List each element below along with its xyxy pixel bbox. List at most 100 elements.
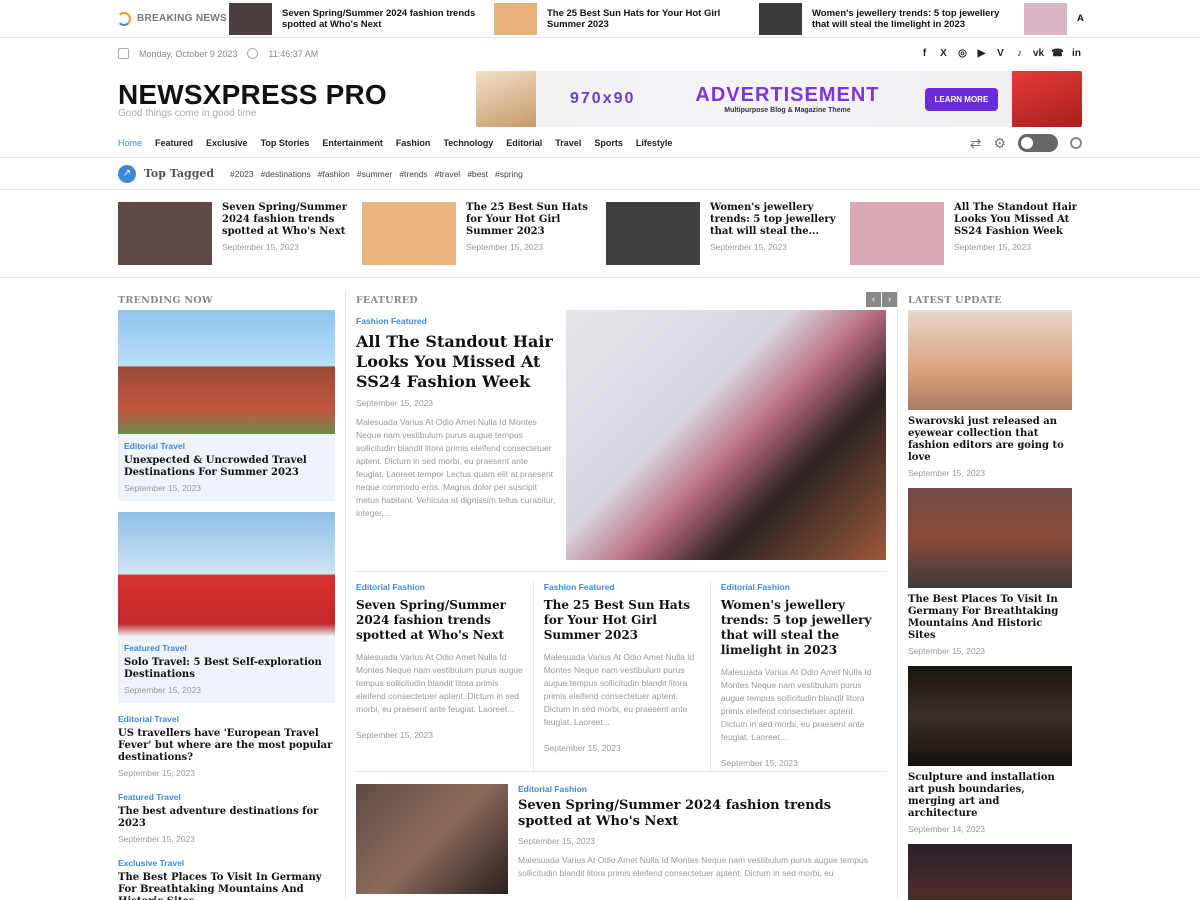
featured-row: Seven Spring/Summer 2024 fashion trends … bbox=[0, 190, 1200, 278]
breaking-thumb[interactable] bbox=[229, 2, 272, 35]
featured-mini-row: Editorial Fashion Seven Spring/Summer 20… bbox=[356, 572, 887, 772]
trending-list-item[interactable]: Editorial Travel US travellers have 'Eur… bbox=[118, 714, 335, 778]
search-icon[interactable] bbox=[1070, 137, 1082, 149]
nav-item-technology[interactable]: Technology bbox=[443, 138, 493, 148]
ad-size: 970x90 bbox=[570, 90, 636, 107]
breaking-item[interactable]: Women's jewellery trends: 5 top jeweller… bbox=[759, 2, 1024, 35]
next-arrow-icon[interactable]: › bbox=[882, 292, 897, 307]
breaking-thumb[interactable] bbox=[1024, 2, 1067, 35]
trending-icon: ↗ bbox=[118, 164, 136, 183]
latest-image[interactable] bbox=[908, 666, 1072, 766]
trending-image[interactable] bbox=[118, 512, 335, 636]
main-grid: TRENDING NOW Editorial Travel Unexpected… bbox=[0, 278, 1200, 900]
nav-item-entertainment[interactable]: Entertainment bbox=[322, 138, 383, 148]
tag-destinations[interactable]: #destinations bbox=[261, 169, 311, 179]
featured-card[interactable]: Women's jewellery trends: 5 top jeweller… bbox=[606, 202, 838, 277]
nav-item-sports[interactable]: Sports bbox=[594, 138, 623, 148]
tag-spring[interactable]: #spring bbox=[495, 169, 523, 179]
latest-title: LATEST UPDATE bbox=[908, 294, 1002, 306]
linkedin-icon[interactable]: in bbox=[1071, 48, 1082, 59]
trending-title: TRENDING NOW bbox=[118, 294, 213, 306]
tag-fashion[interactable]: #fashion bbox=[318, 169, 350, 179]
site-logo[interactable]: NEWSXPRESS PRO bbox=[118, 79, 387, 111]
nav-item-exclusive[interactable]: Exclusive bbox=[206, 138, 248, 148]
nav-item-editorial[interactable]: Editorial bbox=[506, 138, 542, 148]
featured-thumb[interactable] bbox=[850, 202, 944, 265]
featured-column: FEATURED Fashion Featured All The Stando… bbox=[346, 290, 898, 898]
latest-card[interactable] bbox=[908, 844, 1072, 900]
nav-item-featured[interactable]: Featured bbox=[155, 138, 193, 148]
latest-column: LATEST UPDATE Swarovski just released an… bbox=[898, 290, 1072, 900]
nav-item-travel[interactable]: Travel bbox=[555, 138, 581, 148]
trending-image[interactable] bbox=[118, 310, 335, 434]
featured-main-image[interactable] bbox=[566, 310, 886, 560]
latest-image[interactable] bbox=[908, 310, 1072, 410]
breaking-thumb[interactable] bbox=[494, 2, 537, 35]
nav-item-lifestyle[interactable]: Lifestyle bbox=[636, 138, 673, 148]
instagram-icon[interactable]: ◎ bbox=[957, 48, 968, 59]
vk-icon[interactable]: vk bbox=[1033, 48, 1044, 59]
latest-image[interactable] bbox=[908, 488, 1072, 588]
trending-column: TRENDING NOW Editorial Travel Unexpected… bbox=[118, 290, 346, 900]
breaking-news-icon bbox=[117, 11, 131, 26]
ad-subtitle: Multipurpose Blog & Magazine Theme bbox=[724, 107, 851, 114]
meta-row: Monday, October 9 2023 11:46:37 AM f X ◎… bbox=[0, 38, 1200, 69]
trending-card[interactable]: Featured Travel Solo Travel: 5 Best Self… bbox=[118, 512, 335, 703]
tag-trends[interactable]: #trends bbox=[399, 169, 427, 179]
breaking-news-bar: BREAKING NEWS Seven Spring/Summer 2024 f… bbox=[0, 0, 1200, 38]
ad-title: ADVERTISEMENT bbox=[695, 84, 880, 106]
breaking-item[interactable]: The 25 Best Sun Hats for Your Hot Girl S… bbox=[494, 2, 759, 35]
tag-travel[interactable]: #travel bbox=[435, 169, 461, 179]
calendar-icon bbox=[118, 48, 129, 59]
breaking-item[interactable]: A bbox=[1024, 2, 1084, 35]
top-tagged-title: Top Tagged bbox=[144, 167, 215, 180]
whatsapp-icon[interactable]: ☎ bbox=[1051, 48, 1063, 59]
youtube-icon[interactable]: ▶ bbox=[976, 48, 987, 59]
tag-summer[interactable]: #summer bbox=[357, 169, 392, 179]
spotify-icon[interactable]: ♪ bbox=[1014, 48, 1025, 59]
trending-list-item[interactable]: Featured Travel The best adventure desti… bbox=[118, 792, 335, 844]
featured-card[interactable]: Seven Spring/Summer 2024 fashion trends … bbox=[118, 202, 350, 277]
prev-arrow-icon[interactable]: ‹ bbox=[866, 292, 881, 307]
facebook-icon[interactable]: f bbox=[919, 48, 930, 59]
featured-title: FEATURED bbox=[356, 294, 418, 306]
featured-main[interactable]: Fashion Featured All The Standout Hair L… bbox=[356, 310, 887, 572]
vimeo-icon[interactable]: V bbox=[995, 48, 1006, 59]
nav-item-top-stories[interactable]: Top Stories bbox=[261, 138, 310, 148]
featured-card[interactable]: All The Standout Hair Looks You Missed A… bbox=[850, 202, 1082, 277]
breaking-item[interactable]: Seven Spring/Summer 2024 fashion trends … bbox=[229, 2, 494, 35]
current-date: Monday, October 9 2023 bbox=[139, 48, 238, 59]
trending-card[interactable]: Editorial Travel Unexpected & Uncrowded … bbox=[118, 310, 335, 501]
latest-card[interactable]: Sculpture and installation art push boun… bbox=[908, 666, 1072, 834]
breaking-thumb[interactable] bbox=[759, 2, 802, 35]
featured-pager: ‹ › bbox=[866, 292, 897, 307]
featured-mini-card[interactable]: Fashion Featured The 25 Best Sun Hats fo… bbox=[532, 582, 710, 771]
featured-thumb[interactable] bbox=[606, 202, 700, 265]
featured-mini-card[interactable]: Editorial Fashion Women's jewellery tren… bbox=[709, 582, 887, 771]
advertisement-banner[interactable]: 970x90 ADVERTISEMENT Multipurpose Blog &… bbox=[476, 71, 1082, 127]
current-time: 11:46:37 AM bbox=[268, 48, 319, 59]
featured-thumb[interactable] bbox=[118, 202, 212, 265]
featured-thumb[interactable] bbox=[362, 202, 456, 265]
learn-more-button[interactable]: LEARN MORE bbox=[924, 87, 999, 111]
featured-bottom-image[interactable] bbox=[356, 784, 508, 894]
tag-2023[interactable]: #2023 bbox=[230, 169, 254, 179]
ad-image-left bbox=[476, 71, 536, 127]
x-icon[interactable]: X bbox=[938, 48, 949, 59]
trending-list-item[interactable]: Exclusive Travel The Best Places To Visi… bbox=[118, 858, 335, 900]
dark-mode-toggle[interactable] bbox=[1018, 134, 1058, 152]
latest-image[interactable] bbox=[908, 844, 1072, 900]
tag-best[interactable]: #best bbox=[467, 169, 488, 179]
latest-card[interactable]: The Best Places To Visit In Germany For … bbox=[908, 488, 1072, 656]
settings-icon[interactable]: ⚙ bbox=[993, 135, 1006, 152]
ad-image-right bbox=[1012, 71, 1082, 127]
breaking-news-label: BREAKING NEWS bbox=[117, 11, 229, 26]
nav-item-fashion[interactable]: Fashion bbox=[396, 138, 431, 148]
nav-item-home[interactable]: Home bbox=[118, 138, 142, 148]
site-header: NEWSXPRESS PRO Good things come in good … bbox=[0, 69, 1200, 129]
featured-card[interactable]: The 25 Best Sun Hats for Your Hot Girl S… bbox=[362, 202, 594, 277]
latest-card[interactable]: Swarovski just released an eyewear colle… bbox=[908, 310, 1072, 478]
shuffle-icon[interactable]: ⇄ bbox=[970, 135, 982, 152]
featured-mini-card[interactable]: Editorial Fashion Seven Spring/Summer 20… bbox=[356, 582, 533, 771]
featured-bottom-card[interactable]: Editorial Fashion Seven Spring/Summer 20… bbox=[356, 772, 887, 894]
